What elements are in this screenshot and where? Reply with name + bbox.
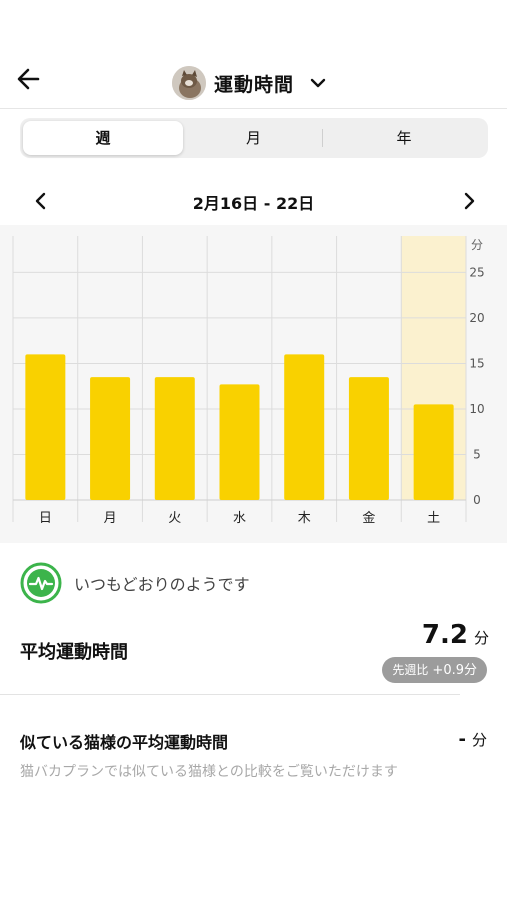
similar-cats-value: -分	[459, 729, 488, 750]
average-unit: 分	[473, 629, 489, 647]
period-segmented-control: 週 月 年	[20, 118, 488, 158]
exercise-chart: 日 月 火 水 木 金 土 0 5 10 15 20 25 分	[0, 225, 507, 543]
status-row: いつもどおりのようです	[20, 562, 250, 604]
x-tick-label: 月	[104, 511, 117, 526]
bar-chart-svg: 日 月 火 水 木 金 土 0 5 10 15 20 25 分	[12, 236, 485, 526]
bar-0	[25, 354, 66, 500]
back-arrow-icon[interactable]	[14, 64, 44, 94]
section-divider	[0, 694, 460, 695]
tab-week[interactable]: 週	[23, 121, 183, 155]
bar-3	[219, 384, 260, 500]
date-range-navigator: 2月16日 - 22日	[0, 182, 507, 220]
x-tick-label: 水	[233, 511, 246, 526]
tab-month[interactable]: 月	[186, 121, 321, 155]
heartbeat-icon	[20, 562, 62, 604]
similar-unit: 分	[471, 731, 487, 749]
comparison-badge: 先週比 +0.9分	[382, 657, 487, 683]
date-range-label: 2月16日 - 22日	[192, 194, 315, 213]
x-tick-label: 木	[298, 511, 311, 526]
average-number: 7.2	[421, 620, 468, 650]
bar-2	[154, 377, 195, 500]
comparison-label: 先週比	[392, 663, 429, 677]
chevron-right-icon[interactable]	[458, 190, 480, 212]
x-tick-label: 火	[168, 511, 181, 526]
app-header: 運動時間	[0, 0, 507, 109]
pet-selector[interactable]: 運動時間	[172, 66, 328, 100]
y-tick-label: 0	[473, 493, 481, 507]
y-tick-label: 25	[469, 265, 484, 279]
y-tick-label: 20	[469, 311, 484, 325]
similar-cats-label: 似ている猫様の平均運動時間	[20, 733, 229, 752]
y-axis-unit: 分	[471, 238, 483, 252]
tab-year[interactable]: 年	[323, 121, 485, 155]
x-tick-label: 金	[362, 510, 375, 526]
similar-cats-note: 猫バカプランでは似ている猫様との比較をご覧いただけます	[20, 764, 398, 780]
status-text: いつもどおりのようです	[74, 575, 250, 594]
bar-6	[413, 404, 454, 500]
x-tick-label: 土	[427, 511, 440, 526]
average-label: 平均運動時間	[20, 642, 128, 663]
comparison-value: +0.9分	[432, 663, 477, 678]
y-tick-label: 10	[469, 402, 484, 416]
similar-value: -	[458, 729, 466, 750]
chevron-down-icon	[308, 73, 328, 93]
pet-avatar	[172, 66, 206, 100]
x-tick-label: 日	[39, 511, 52, 526]
average-value: 7.2 分	[422, 620, 489, 650]
page-title: 運動時間	[214, 73, 295, 96]
bar-1	[90, 377, 131, 500]
y-tick-label: 5	[473, 447, 481, 461]
bar-5	[348, 377, 389, 500]
bar-4	[284, 354, 325, 500]
y-tick-label: 15	[469, 356, 484, 370]
